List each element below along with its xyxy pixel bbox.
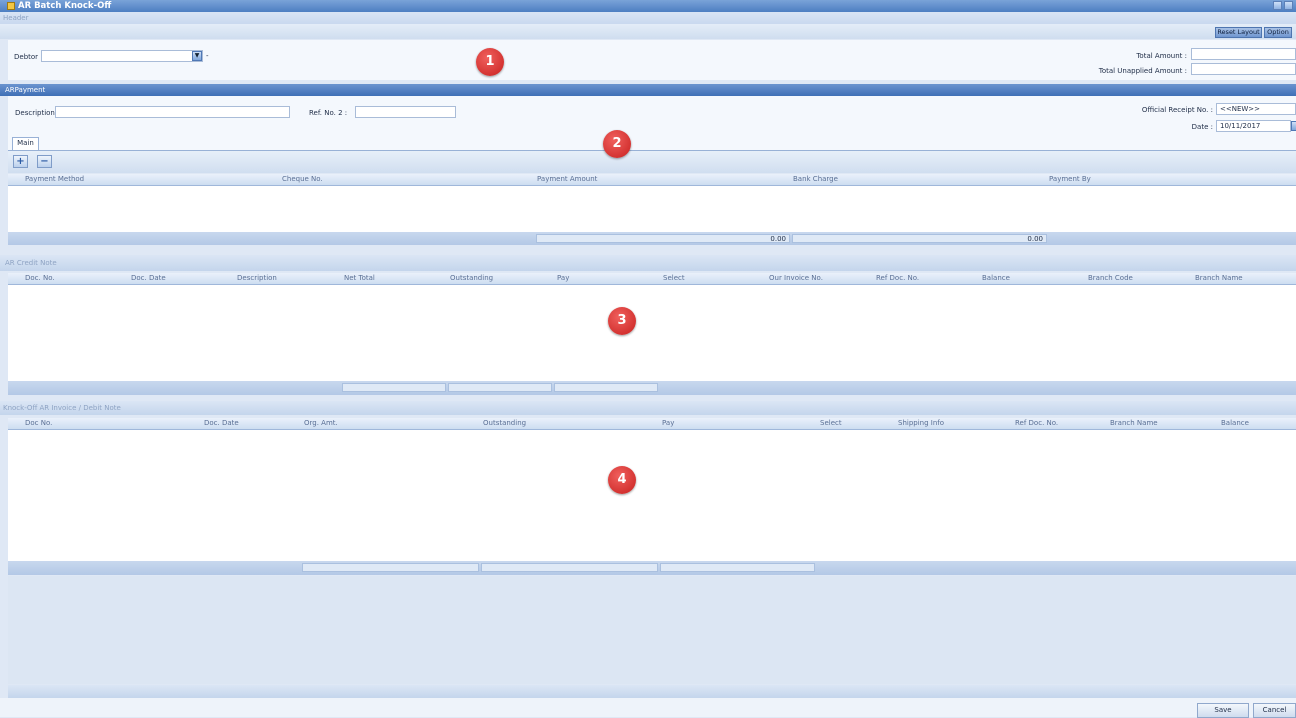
- official-receipt-input[interactable]: <<NEW>>: [1216, 103, 1296, 115]
- total-amount-label: Total Amount :: [1136, 52, 1187, 60]
- window-title: AR Batch Knock-Off: [18, 1, 112, 11]
- cn-total-net-total: [342, 383, 446, 392]
- ko-col-shipping-info[interactable]: Shipping Info: [898, 419, 944, 427]
- ko-col-ref-doc-no[interactable]: Ref Doc. No.: [1015, 419, 1058, 427]
- col-payment-by[interactable]: Payment By: [1049, 175, 1091, 183]
- total-unapplied-label: Total Unapplied Amount :: [1098, 67, 1187, 75]
- app-icon: [7, 2, 15, 10]
- debtor-label: Debtor: [14, 53, 39, 61]
- arpayment-panel: [8, 96, 1296, 150]
- cancel-button[interactable]: Cancel: [1253, 703, 1296, 718]
- debtor-dropdown-icon[interactable]: ▼: [192, 51, 202, 61]
- minimize-icon[interactable]: [1273, 1, 1282, 10]
- save-button[interactable]: Save: [1197, 703, 1249, 718]
- cn-col-branch-name[interactable]: Branch Name: [1195, 274, 1243, 282]
- cn-col-doc-no[interactable]: Doc. No.: [25, 274, 55, 282]
- cn-col-branch-code[interactable]: Branch Code: [1088, 274, 1133, 282]
- ref-no2-label: Ref. No. 2 :: [309, 109, 348, 117]
- knockoff-grid-footer: [8, 561, 1296, 575]
- cn-col-net-total[interactable]: Net Total: [344, 274, 375, 282]
- knockoff-strip: [0, 401, 1296, 415]
- payment-grid-body[interactable]: [8, 186, 1296, 232]
- cn-col-description[interactable]: Description: [237, 274, 277, 282]
- payment-toolbar: [8, 150, 1296, 173]
- marker-1: 1: [476, 48, 504, 76]
- option-button[interactable]: Option: [1264, 27, 1292, 38]
- title-strip: [0, 0, 1296, 12]
- title-bar: AR Batch Knock-Off Header: [0, 0, 1296, 24]
- marker-4: 4: [608, 466, 636, 494]
- credit-note-strip: [0, 255, 1296, 271]
- ko-total-outstanding: [481, 563, 658, 572]
- cn-total-pay: [554, 383, 658, 392]
- date-picker-icon[interactable]: [1291, 121, 1296, 131]
- col-bank-charge[interactable]: Bank Charge: [793, 175, 838, 183]
- arpayment-section-label: ARPayment: [5, 86, 46, 94]
- marker-3: 3: [608, 307, 636, 335]
- col-payment-method[interactable]: Payment Method: [25, 175, 84, 183]
- credit-note-grid-footer: [8, 381, 1296, 395]
- payment-grid-header: Payment Method Cheque No. Payment Amount…: [8, 174, 1296, 186]
- credit-note-grid-header: Doc. No. Doc. Date Description Net Total…: [8, 273, 1296, 285]
- ko-col-org-amt[interactable]: Org. Amt.: [304, 419, 338, 427]
- header-toolbar: [0, 24, 1296, 39]
- ko-col-outstanding[interactable]: Outstanding: [483, 419, 526, 427]
- cn-col-select[interactable]: Select: [663, 274, 685, 282]
- total-payment-amount: 0.00: [536, 234, 790, 243]
- bottom-strip: [8, 685, 1296, 698]
- credit-note-grid-body[interactable]: [8, 285, 1296, 381]
- footer-bar: [0, 698, 1296, 717]
- cn-col-pay[interactable]: Pay: [557, 274, 569, 282]
- ko-total-pay: [660, 563, 815, 572]
- restore-icon[interactable]: [1284, 1, 1293, 10]
- credit-note-section-label: AR Credit Note: [5, 259, 57, 267]
- col-payment-amount[interactable]: Payment Amount: [537, 175, 597, 183]
- add-row-icon[interactable]: +: [13, 155, 28, 168]
- date-input[interactable]: 10/11/2017: [1216, 120, 1291, 132]
- arpayment-strip: [0, 84, 1296, 96]
- debtor-dash: -: [206, 52, 209, 60]
- cn-total-outstanding: [448, 383, 552, 392]
- tab-main[interactable]: Main: [12, 137, 39, 150]
- total-amount-field: [1191, 48, 1296, 60]
- header-section-label: Header: [3, 14, 29, 22]
- total-unapplied-field: [1191, 63, 1296, 75]
- description-label: Description: [15, 109, 55, 117]
- cn-col-balance[interactable]: Balance: [982, 274, 1010, 282]
- reset-layout-button[interactable]: Reset Layout: [1215, 27, 1262, 38]
- ko-col-branch-name[interactable]: Branch Name: [1110, 419, 1158, 427]
- debtor-combo[interactable]: [41, 50, 203, 62]
- cn-col-our-invoice-no[interactable]: Our Invoice No.: [769, 274, 823, 282]
- ko-col-balance[interactable]: Balance: [1221, 419, 1249, 427]
- knockoff-section-label: Knock-Off AR Invoice / Debit Note: [3, 404, 121, 412]
- marker-2: 2: [603, 130, 631, 158]
- ko-col-select[interactable]: Select: [820, 419, 842, 427]
- ko-total-org-amt: [302, 563, 479, 572]
- cn-col-outstanding[interactable]: Outstanding: [450, 274, 493, 282]
- remove-row-icon[interactable]: −: [37, 155, 52, 168]
- total-bank-charge: 0.00: [792, 234, 1047, 243]
- cn-col-doc-date[interactable]: Doc. Date: [131, 274, 166, 282]
- official-receipt-label: Official Receipt No. :: [1141, 106, 1213, 114]
- description-input[interactable]: [55, 106, 290, 118]
- ko-col-doc-no[interactable]: Doc No.: [25, 419, 52, 427]
- payment-grid-footer: 0.00 0.00: [8, 232, 1296, 245]
- date-label: Date :: [1191, 123, 1213, 131]
- cn-col-ref-doc-no[interactable]: Ref Doc. No.: [876, 274, 919, 282]
- ko-col-pay[interactable]: Pay: [662, 419, 674, 427]
- knockoff-grid-header: Doc No. Doc. Date Org. Amt. Outstanding …: [8, 418, 1296, 430]
- knockoff-grid-body[interactable]: [8, 430, 1296, 561]
- col-cheque-no[interactable]: Cheque No.: [282, 175, 323, 183]
- lower-empty-area: [8, 576, 1296, 684]
- ko-col-doc-date[interactable]: Doc. Date: [204, 419, 239, 427]
- ref-no2-input[interactable]: [355, 106, 456, 118]
